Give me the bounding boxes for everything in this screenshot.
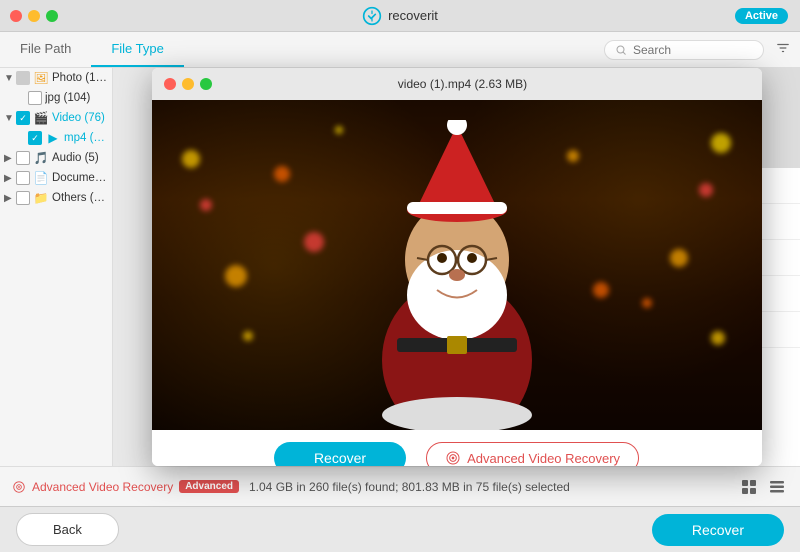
audio-label: Audio (5) <box>52 152 99 164</box>
others-label: Others (10) <box>52 192 108 204</box>
photo-icon: 🖼 <box>33 71 49 85</box>
jpg-label: jpg (104) <box>45 92 90 104</box>
chevron-right-icon: ▶ <box>4 193 16 204</box>
chevron-down-icon: ▼ <box>4 73 16 84</box>
back-button[interactable]: Back <box>16 513 119 546</box>
main-recover-button[interactable]: Recover <box>652 514 784 546</box>
preview-close[interactable] <box>164 78 176 90</box>
bokeh-light <box>642 298 652 308</box>
content-area: FILE NAME video (1).mp4 SIZE 2.63 MB FIL… <box>113 68 800 466</box>
maximize-button[interactable] <box>46 10 58 22</box>
bokeh-light <box>225 265 247 287</box>
document-checkbox[interactable] <box>16 171 30 185</box>
bokeh-light <box>711 331 725 345</box>
bokeh-light <box>699 183 713 197</box>
chevron-down-icon: ▼ <box>4 113 16 124</box>
advanced-video-icon <box>445 450 461 466</box>
advanced-video-status-icon <box>12 480 26 494</box>
minimize-button[interactable] <box>28 10 40 22</box>
preview-recover-button[interactable]: Recover <box>274 442 406 466</box>
bokeh-light <box>670 249 688 267</box>
bokeh-light <box>182 150 200 168</box>
preview-title-bar: video (1).mp4 (2.63 MB) <box>152 68 762 100</box>
audio-checkbox[interactable] <box>16 151 30 165</box>
advanced-badge: Advanced <box>179 480 239 493</box>
sidebar-item-document[interactable]: ▶ 📄 Document ( <box>0 168 112 188</box>
bokeh-light <box>243 331 253 341</box>
search-input[interactable] <box>633 43 753 57</box>
list-view-button[interactable] <box>766 476 788 498</box>
bokeh-light <box>274 166 290 182</box>
search-icon <box>615 44 627 56</box>
status-bar: Advanced Video Recovery Advanced 1.04 GB… <box>0 466 800 506</box>
active-badge: Active <box>735 8 788 24</box>
video-label: Video (76) <box>52 112 105 124</box>
grid-view-button[interactable] <box>738 476 760 498</box>
preview-overlay: video (1).mp4 (2.63 MB) <box>113 68 800 466</box>
sidebar-item-mp4[interactable]: ✓ ▶ mp4 (76) <box>0 128 112 148</box>
advanced-video-tag[interactable]: Advanced Video Recovery Advanced <box>12 480 239 494</box>
document-label: Document ( <box>52 172 108 184</box>
tab-file-path[interactable]: File Path <box>0 32 91 67</box>
document-icon: 📄 <box>33 171 49 185</box>
sidebar: ▼ 🖼 Photo (104) jpg (104) ▼ ✓ 🎬 Video (7… <box>0 68 113 466</box>
photo-checkbox[interactable] <box>16 71 30 85</box>
others-checkbox[interactable] <box>16 191 30 205</box>
main-area: ▼ 🖼 Photo (104) jpg (104) ▼ ✓ 🎬 Video (7… <box>0 68 800 466</box>
traffic-lights <box>10 10 58 22</box>
video-frame <box>152 100 762 430</box>
mp4-checkbox[interactable]: ✓ <box>28 131 42 145</box>
title-bar: recoverit Active <box>0 0 800 32</box>
jpg-checkbox[interactable] <box>28 91 42 105</box>
bokeh-light <box>711 133 731 153</box>
audio-icon: 🎵 <box>33 151 49 165</box>
santa-figure <box>317 120 597 430</box>
status-info: 1.04 GB in 260 file(s) found; 801.83 MB … <box>249 480 570 494</box>
preview-title: video (1).mp4 (2.63 MB) <box>176 77 750 91</box>
bottom-bar: Back Recover <box>0 506 800 552</box>
video-icon: 🎬 <box>33 111 49 125</box>
sidebar-item-audio[interactable]: ▶ 🎵 Audio (5) <box>0 148 112 168</box>
filter-icon[interactable] <box>776 41 790 58</box>
sidebar-item-jpg[interactable]: jpg (104) <box>0 88 112 108</box>
sidebar-item-others[interactable]: ▶ 📁 Others (10) <box>0 188 112 208</box>
sidebar-item-photo[interactable]: ▼ 🖼 Photo (104) <box>0 68 112 88</box>
search-bar <box>604 40 764 60</box>
close-button[interactable] <box>10 10 22 22</box>
photo-label: Photo (104) <box>52 72 108 84</box>
others-icon: 📁 <box>33 191 49 205</box>
advanced-video-recovery-button[interactable]: Advanced Video Recovery <box>426 442 639 466</box>
tab-file-type[interactable]: File Type <box>91 32 184 67</box>
mp4-icon: ▶ <box>45 131 61 145</box>
advanced-label: Advanced Video Recovery <box>32 480 173 494</box>
chevron-right-icon: ▶ <box>4 153 16 164</box>
preview-actions: Recover Advanced Video Recovery <box>152 430 762 466</box>
tab-bar: File Path File Type <box>0 32 800 68</box>
view-icons <box>738 476 788 498</box>
app-name: recoverit <box>388 8 438 23</box>
chevron-right-icon: ▶ <box>4 173 16 184</box>
mp4-label: mp4 (76) <box>64 132 108 144</box>
video-checkbox[interactable]: ✓ <box>16 111 30 125</box>
app-logo: recoverit <box>362 6 438 26</box>
preview-window: video (1).mp4 (2.63 MB) <box>152 68 762 466</box>
sidebar-item-video[interactable]: ▼ ✓ 🎬 Video (76) <box>0 108 112 128</box>
